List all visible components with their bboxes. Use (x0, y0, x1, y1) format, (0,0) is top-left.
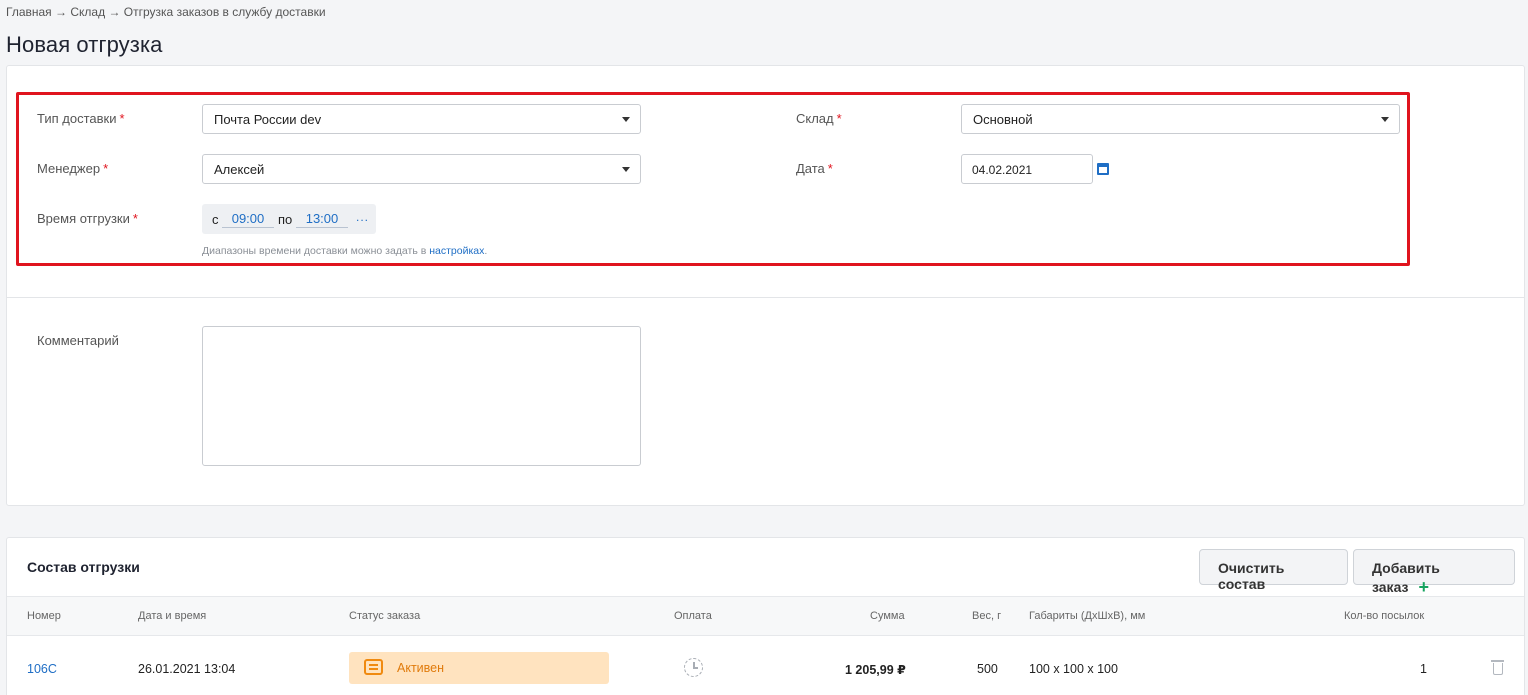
chevron-down-icon (622, 117, 630, 122)
order-weight: 500 (977, 662, 998, 676)
column-header-number[interactable]: Номер (27, 610, 61, 622)
shipment-form-card: Тип доставки * Почта России dev Склад * Ос… (6, 65, 1525, 506)
table-header (7, 596, 1524, 636)
plus-icon: + (1418, 577, 1429, 597)
order-parcels: 1 (1420, 662, 1427, 676)
time-to-input[interactable]: 13:00 (296, 211, 348, 228)
breadcrumb-home[interactable]: Главная (6, 5, 52, 19)
delivery-type-value: Почта России dev (214, 112, 322, 127)
chevron-down-icon (1381, 117, 1389, 122)
chevron-down-icon (622, 167, 630, 172)
manager-select[interactable]: Алексей (202, 154, 641, 184)
time-from-input[interactable]: 09:00 (222, 211, 274, 228)
column-header-dimensions[interactable]: Габариты (ДхШхВ), мм (1029, 610, 1145, 622)
comment-icon (364, 659, 383, 675)
order-number-link[interactable]: 106C (27, 662, 57, 676)
comment-textarea[interactable] (202, 326, 641, 466)
warehouse-label: Склад * (796, 111, 842, 126)
breadcrumb-separator: → (55, 5, 68, 19)
trash-icon[interactable] (1491, 660, 1504, 675)
clear-composition-button[interactable]: Очистить состав (1199, 549, 1348, 592)
section-divider (7, 297, 1524, 298)
warehouse-select[interactable]: Основной (961, 104, 1400, 134)
manager-value: Алексей (214, 162, 265, 177)
column-header-sum[interactable]: Сумма (870, 610, 905, 622)
time-ranges-hint: Диапазоны времени доставки можно задать … (202, 245, 488, 257)
required-mark: * (836, 111, 842, 126)
status-text: Активен (397, 661, 445, 675)
shipment-composition-title: Состав отгрузки (27, 559, 140, 575)
order-datetime: 26.01.2021 13:04 (138, 662, 236, 676)
column-header-status[interactable]: Статус заказа (349, 610, 420, 622)
breadcrumb-warehouse[interactable]: Склад (70, 5, 105, 19)
page-title: Новая отгрузка (6, 32, 163, 57)
shipment-time-range: с 09:00 по 13:00 ... (202, 204, 376, 234)
column-header-datetime[interactable]: Дата и время (138, 610, 206, 622)
shipment-time-label: Время отгрузки * (37, 211, 138, 226)
required-mark: * (827, 161, 833, 176)
order-sum: 1 205,99 ₽ (845, 663, 906, 677)
order-dimensions: 100 х 100 х 100 (1029, 662, 1118, 676)
breadcrumb-current[interactable]: Отгрузка заказов в службу доставки (124, 5, 326, 19)
delivery-type-label: Тип доставки * (37, 111, 125, 126)
breadcrumb-separator: → (108, 5, 121, 19)
time-to-prefix: по (278, 212, 293, 227)
clock-pending-icon (684, 658, 703, 677)
required-mark: * (119, 111, 125, 126)
date-label: Дата * (796, 161, 833, 176)
required-mark: * (132, 211, 138, 226)
time-from-prefix: с (212, 212, 219, 227)
shipment-composition-card: Состав отгрузки Очистить состав Добавить… (6, 537, 1525, 695)
column-header-parcels[interactable]: Кол-во посылок (1344, 610, 1424, 622)
breadcrumb: Главная → Склад → Отгрузка заказов в слу… (6, 5, 326, 19)
column-header-weight[interactable]: Вес, г (972, 610, 1001, 622)
add-order-button[interactable]: Добавить заказ + (1353, 549, 1515, 597)
settings-link[interactable]: настройках (429, 245, 484, 257)
column-header-payment[interactable]: Оплата (674, 610, 712, 622)
time-more-button[interactable]: ... (356, 210, 369, 224)
calendar-icon[interactable] (1097, 163, 1109, 175)
delivery-type-select[interactable]: Почта России dev (202, 104, 641, 134)
required-mark: * (103, 161, 109, 176)
warehouse-value: Основной (973, 112, 1033, 127)
date-input[interactable]: 04.02.2021 (961, 154, 1093, 184)
status-badge: Активен (349, 652, 609, 684)
comment-label: Комментарий (37, 333, 119, 348)
manager-label: Менеджер * (37, 161, 109, 176)
